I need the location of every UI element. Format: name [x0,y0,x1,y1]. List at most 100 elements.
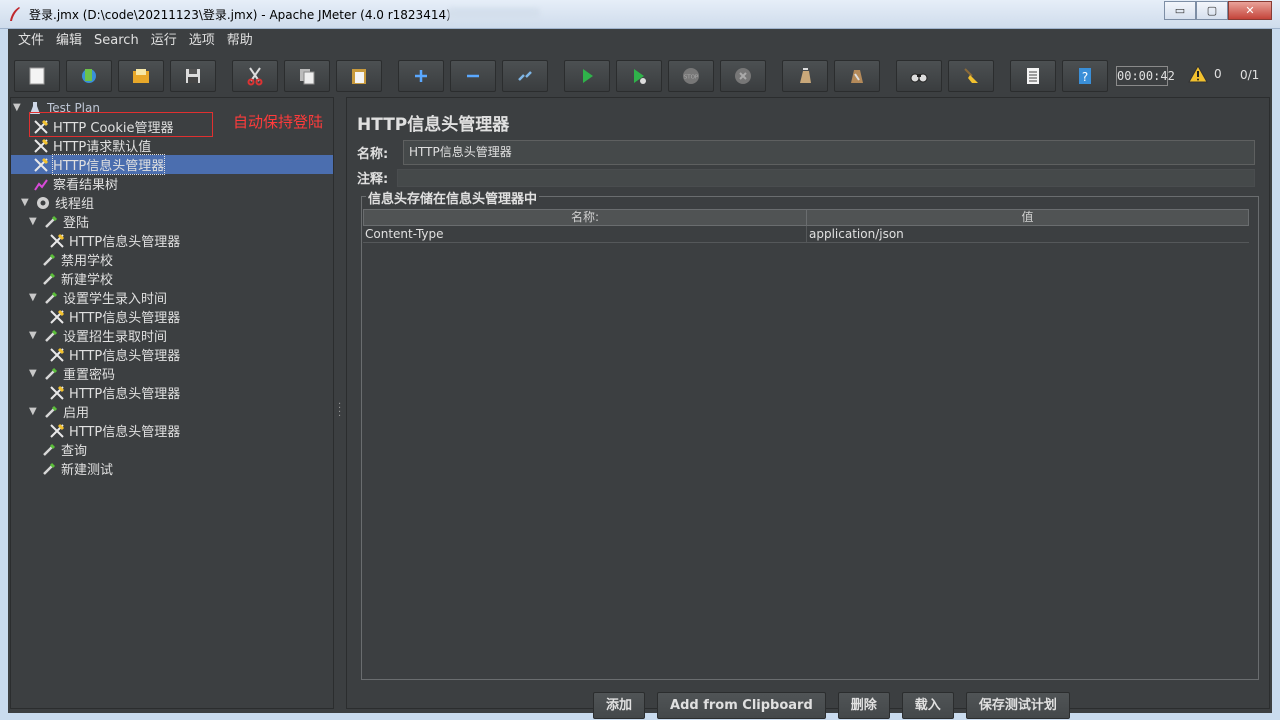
collapse-arrow-icon[interactable]: ▼ [29,406,39,417]
collapse-arrow-icon[interactable]: ▼ [29,368,39,379]
name-label: 名称: [357,147,389,162]
clear-button[interactable] [782,60,828,92]
expand-all-button[interactable] [398,60,444,92]
warning-indicator[interactable]: 0 [1188,65,1222,83]
tree-node-view-results-tree[interactable]: 察看结果树 [33,174,118,193]
column-header-value[interactable]: 值 [807,210,1248,225]
tree-node-header-manager[interactable]: HTTP信息头管理器 [49,307,180,326]
save-icon [186,69,200,83]
tree-node-query[interactable]: 查询 [41,440,87,459]
clear-icon [800,68,811,83]
listener-icon [34,178,48,191]
tree-node-header-manager[interactable]: HTTP信息头管理器 [49,421,180,440]
tree-node-new-test[interactable]: 新建测试 [41,459,113,478]
collapse-icon [467,74,479,78]
paste-button[interactable] [336,60,382,92]
sampler-pipette-icon [45,215,58,228]
sampler-pipette-icon [43,253,56,266]
clear-all-button[interactable] [834,60,880,92]
minimize-button[interactable]: ▭ [1164,1,1196,20]
copy-icon [300,69,315,85]
tree-node-login[interactable]: ▼ 登陆 [29,212,89,231]
config-element-icon [34,157,49,172]
cell-header-name[interactable]: Content-Type [363,226,807,242]
templates-button[interactable] [66,60,112,92]
tree-node-new-school[interactable]: 新建学校 [41,269,113,288]
warning-icon [1188,65,1208,83]
menu-edit[interactable]: 编辑 [50,29,88,53]
add-button[interactable]: 添加 [593,692,646,719]
menu-options[interactable]: 选项 [183,29,221,53]
tree-node-enable[interactable]: ▼ 启用 [29,402,89,421]
open-button[interactable] [118,60,164,92]
toggle-button[interactable] [502,60,548,92]
function-helper-button[interactable] [1010,60,1056,92]
table-header: 名称: 值 [363,209,1249,226]
sampler-pipette-icon [45,367,58,380]
sampler-pipette-icon [45,291,58,304]
shutdown-button[interactable] [720,60,766,92]
save-test-plan-button[interactable]: 保存测试计划 [965,692,1070,719]
load-button[interactable]: 载入 [901,692,954,719]
clear-all-icon [851,70,863,83]
table-row[interactable]: Content-Type application/json [363,226,1249,243]
reset-search-button[interactable] [948,60,994,92]
name-row: 名称: HTTP信息头管理器 [357,140,1255,165]
save-button[interactable] [170,60,216,92]
annotation-highlight-box [29,112,213,137]
collapse-all-button[interactable] [450,60,496,92]
tree-node-header-manager[interactable]: HTTP信息头管理器 [49,231,180,250]
close-button[interactable]: ✕ [1228,1,1272,20]
copy-button[interactable] [284,60,330,92]
elapsed-time: 00:00:42 [1116,66,1175,86]
add-from-clipboard-button[interactable]: Add from Clipboard [657,692,826,719]
tree-node-header-manager[interactable]: HTTP信息头管理器 [49,345,180,364]
tree-node-header-manager-selected[interactable]: HTTP信息头管理器 [11,154,333,175]
jmeter-app: 文件 编辑 Search 运行 选项 帮助 STOP ? 00:00:42 0 … [8,29,1272,719]
active-threads: 0/1 [1240,68,1260,82]
search-button[interactable] [896,60,942,92]
maximize-button[interactable]: ▢ [1196,1,1228,20]
tree-node-set-admission-time[interactable]: ▼ 设置招生录取时间 [29,326,167,345]
collapse-arrow-icon[interactable]: ▼ [29,216,39,227]
headers-group: 信息头存储在信息头管理器中 名称: 值 Content-Type applica… [361,188,1259,680]
new-button[interactable] [14,60,60,92]
jmeter-feather-icon [10,7,20,21]
tree-node-set-student-entry-time[interactable]: ▼ 设置学生录入时间 [29,288,167,307]
menu-search[interactable]: Search [88,29,145,53]
tree-node-thread-group[interactable]: ▼ 线程组 [21,193,94,212]
tree-node-disable-school[interactable]: 禁用学校 [41,250,113,269]
cut-button[interactable] [232,60,278,92]
collapse-arrow-icon[interactable]: ▼ [13,102,23,113]
shutdown-icon [735,68,751,84]
annotation-label: 自动保持登陆 [233,113,324,131]
svg-text:STOP: STOP [684,75,699,81]
name-field[interactable]: HTTP信息头管理器 [403,140,1255,165]
collapse-arrow-icon[interactable]: ▼ [21,197,31,208]
menu-run[interactable]: 运行 [145,29,183,53]
stop-button[interactable]: STOP [668,60,714,92]
new-icon [29,67,45,85]
toolbar: STOP ? 00:00:42 0 0/1 [8,57,1272,95]
menu-help[interactable]: 帮助 [221,29,259,53]
delete-button[interactable]: 删除 [837,692,890,719]
start-no-pauses-button[interactable] [616,60,662,92]
start-button[interactable] [564,60,610,92]
config-element-icon [50,385,65,400]
cell-header-value[interactable]: application/json [807,226,1249,242]
split-pane-divider[interactable]: · · · · [336,97,344,709]
broom-icon [964,68,978,83]
tree-node-reset-password[interactable]: ▼ 重置密码 [29,364,115,383]
menubar: 文件 编辑 Search 运行 选项 帮助 [8,29,1272,53]
tree-node-http-defaults[interactable]: HTTP请求默认值 [33,136,151,155]
comment-label: 注释: [357,172,389,187]
stop-icon: STOP [683,68,699,84]
collapse-arrow-icon[interactable]: ▼ [29,292,39,303]
column-header-name[interactable]: 名称: [364,210,807,225]
tree-node-header-manager[interactable]: HTTP信息头管理器 [49,383,180,402]
comment-field[interactable] [397,168,1255,187]
menu-file[interactable]: 文件 [12,29,50,53]
config-element-icon [50,309,65,324]
collapse-arrow-icon[interactable]: ▼ [29,330,39,341]
help-button[interactable]: ? [1062,60,1108,92]
